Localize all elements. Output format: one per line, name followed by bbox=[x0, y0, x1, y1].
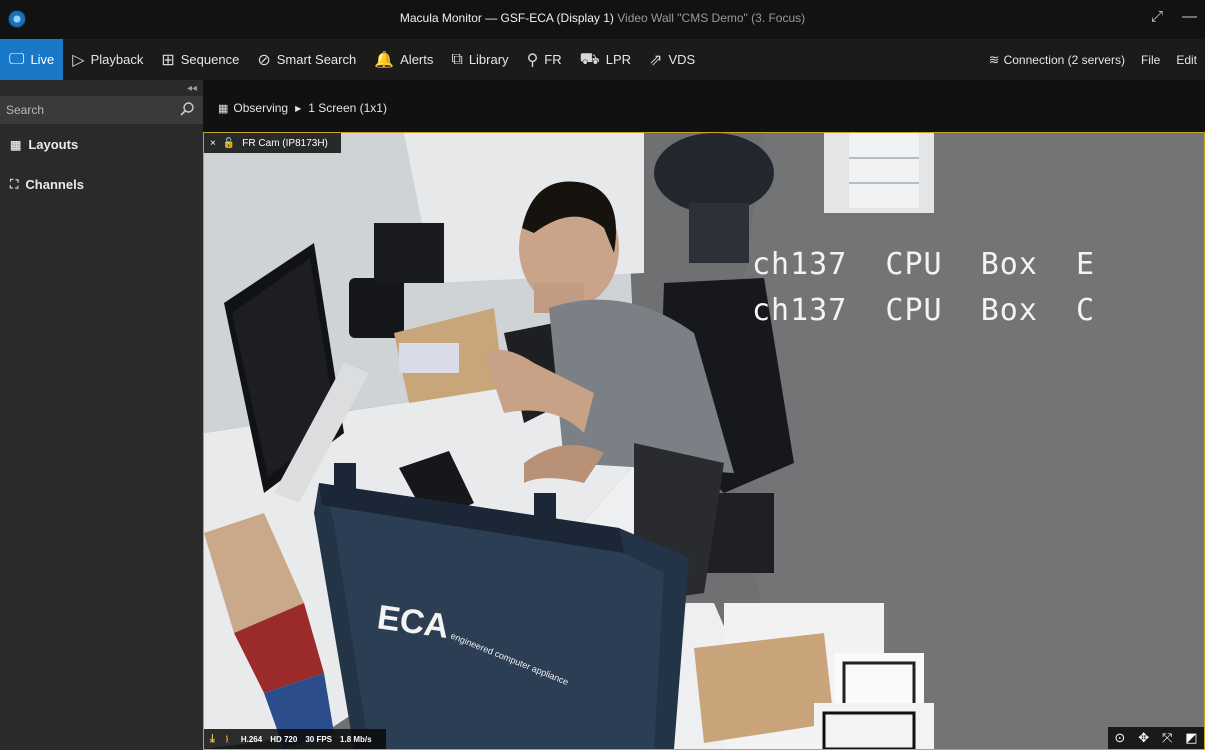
ptz-target-icon[interactable]: ⊙ bbox=[1114, 730, 1125, 746]
tile-header: × 🔓 FR Cam (IP8173H) bbox=[204, 133, 341, 153]
sidebar-channels-label: Channels bbox=[25, 177, 84, 192]
camera-name: FR Cam (IP8173H) bbox=[242, 137, 328, 149]
breadcrumb-observing[interactable]: Observing bbox=[233, 101, 288, 115]
menu-vds[interactable]: ⇗ VDS bbox=[640, 39, 704, 80]
stream-codec: H.264 bbox=[240, 734, 263, 744]
library-icon: ⧉ bbox=[451, 50, 463, 68]
menu-lpr-label: LPR bbox=[605, 52, 632, 67]
breadcrumb-separator-icon: ▶ bbox=[295, 103, 302, 113]
window-title-sub: Video Wall "CMS Demo" (3. Focus) bbox=[617, 11, 806, 25]
search-input[interactable] bbox=[0, 96, 182, 124]
play-icon: ▷ bbox=[72, 51, 85, 69]
sequence-icon: ⊞ bbox=[161, 51, 175, 69]
menu-playback-label: Playback bbox=[90, 52, 144, 67]
menu-sequence-label: Sequence bbox=[180, 52, 240, 67]
ptz-move-icon[interactable]: ✥ bbox=[1138, 730, 1149, 746]
menu-live-label: Live bbox=[30, 52, 55, 67]
server-stack-icon: ≋ bbox=[988, 51, 1000, 67]
bell-icon: 🔔 bbox=[374, 51, 395, 69]
menu-smart-search[interactable]: ⊘ Smart Search bbox=[248, 39, 365, 80]
window-title-main: Macula Monitor — GSF-ECA (Display 1) bbox=[399, 11, 614, 25]
collapse-sidebar-icon[interactable]: ◂◂ bbox=[187, 83, 197, 94]
overlay-text-line-1: ch137 CPU Box E bbox=[752, 247, 1096, 282]
stream-resolution: HD 720 bbox=[270, 734, 298, 744]
menu-fr-label: FR bbox=[544, 52, 562, 67]
video-tile[interactable]: ECA engineered computer appliance × 🔓 FR… bbox=[203, 132, 1205, 750]
menu-library-label: Library bbox=[468, 52, 509, 67]
person-detect-icon: 🚶 bbox=[222, 734, 233, 744]
monitor-icon: 🖵 bbox=[9, 50, 25, 68]
layout-grid-icon: ▦ bbox=[218, 102, 229, 115]
breadcrumb-screen[interactable]: 1 Screen (1x1) bbox=[308, 101, 387, 115]
download-icon[interactable]: ⤓ bbox=[210, 733, 215, 746]
overlay-text-line-2: ch137 CPU Box C bbox=[752, 293, 1096, 328]
lock-icon[interactable]: 🔓 bbox=[223, 138, 235, 149]
menu-vds-label: VDS bbox=[668, 52, 696, 67]
smart-search-icon: ⊘ bbox=[257, 51, 271, 69]
export-icon: ⇗ bbox=[649, 51, 663, 69]
connection-button[interactable]: ≋ Connection (2 servers) bbox=[981, 39, 1133, 80]
menu-alerts[interactable]: 🔔 Alerts bbox=[365, 39, 442, 80]
zoom-icon[interactable]: ⤧ bbox=[1162, 730, 1172, 746]
layouts-icon: ▦ bbox=[10, 137, 22, 152]
fullscreen-icon[interactable]: ◩ bbox=[1185, 730, 1197, 746]
title-bar: Macula Monitor — GSF-ECA (Display 1) Vid… bbox=[0, 0, 1205, 39]
face-icon: ⚲ bbox=[526, 51, 539, 69]
search-box bbox=[0, 96, 203, 124]
sidebar: ◂◂ ▦ Layouts ⛶ Channels bbox=[0, 80, 203, 750]
restore-window-button[interactable]: ⤢ bbox=[1151, 8, 1163, 25]
stream-status-bar: ⤓ 🚶 H.264 HD 720 30 FPS 1.8 Mb/s bbox=[204, 729, 386, 749]
menu-alerts-label: Alerts bbox=[400, 52, 434, 67]
sidebar-layouts-label: Layouts bbox=[28, 137, 79, 152]
menu-fr[interactable]: ⚲ FR bbox=[518, 39, 571, 80]
camera-video-frame: ECA engineered computer appliance bbox=[204, 133, 1204, 749]
edit-menu[interactable]: Edit bbox=[1168, 39, 1205, 80]
file-menu[interactable]: File bbox=[1133, 39, 1168, 80]
channels-icon: ⛶ bbox=[10, 177, 19, 191]
menu-library[interactable]: ⧉ Library bbox=[442, 39, 517, 80]
breadcrumb-bar: ▦ Observing ▶ 1 Screen (1x1) bbox=[203, 80, 1205, 132]
search-icon[interactable] bbox=[179, 101, 195, 117]
stream-bitrate: 1.8 Mb/s bbox=[340, 734, 372, 744]
sidebar-item-channels[interactable]: ⛶ Channels bbox=[10, 177, 84, 192]
menu-lpr[interactable]: ⛟ LPR bbox=[571, 39, 640, 80]
menu-smart-search-label: Smart Search bbox=[276, 52, 357, 67]
breadcrumb: ▦ Observing ▶ 1 Screen (1x1) bbox=[218, 101, 387, 115]
menu-right-group: ≋ Connection (2 servers) File Edit bbox=[981, 39, 1205, 80]
car-icon: ⛟ bbox=[579, 50, 600, 68]
minimize-window-button[interactable]: — bbox=[1182, 8, 1197, 25]
stream-fps: 30 FPS bbox=[305, 734, 333, 744]
tile-toolbar: ⊙ ✥ ⤧ ◩ bbox=[1108, 727, 1204, 749]
menu-sequence[interactable]: ⊞ Sequence bbox=[152, 39, 248, 80]
close-tile-icon[interactable]: × bbox=[210, 138, 216, 149]
menu-playback[interactable]: ▷ Playback bbox=[63, 39, 152, 80]
window-title: Macula Monitor — GSF-ECA (Display 1) Vid… bbox=[0, 11, 1205, 25]
menu-live[interactable]: 🖵 Live bbox=[0, 39, 64, 80]
connection-label: Connection (2 servers) bbox=[1003, 52, 1125, 67]
sidebar-item-layouts[interactable]: ▦ Layouts bbox=[10, 137, 78, 152]
main-menu-bar: 🖵 Live ▷ Playback ⊞ Sequence ⊘ Smart Sea… bbox=[0, 39, 1205, 80]
